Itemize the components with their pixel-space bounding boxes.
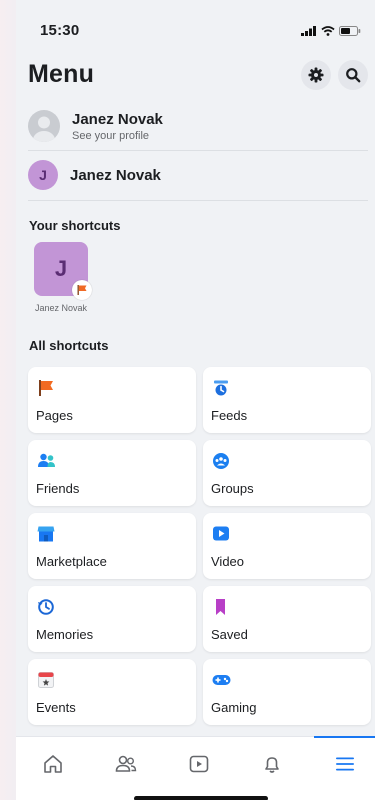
- shortcut-card-friends[interactable]: Friends: [28, 440, 196, 506]
- settings-button[interactable]: [301, 60, 331, 90]
- your-shortcuts-label: Your shortcuts: [29, 218, 121, 233]
- card-label: Feeds: [211, 408, 248, 423]
- gamepad-icon: [212, 675, 231, 685]
- card-label: Gaming: [211, 700, 257, 715]
- card-label: Memories: [36, 627, 94, 642]
- page-name: Janez Novak: [70, 166, 161, 184]
- card-label: Video: [211, 554, 245, 569]
- wifi-icon: [321, 26, 335, 36]
- friends-tab-icon: [115, 755, 137, 772]
- tab-home[interactable]: [36, 751, 70, 777]
- groups-icon: [213, 453, 229, 469]
- profile-row[interactable]: Janez Novak See your profile: [28, 106, 364, 146]
- home-indicator: [134, 796, 268, 800]
- feeds-icon: [214, 380, 228, 396]
- profile-subtitle: See your profile: [72, 129, 150, 142]
- active-tab-indicator: [314, 736, 375, 738]
- divider: [28, 150, 368, 151]
- shortcuts-grid: Pages Feeds Friends Groups Marketplace V…: [28, 367, 371, 725]
- battery-icon: [339, 26, 361, 36]
- video-icon: [213, 526, 229, 541]
- flag-icon: [77, 285, 87, 295]
- shortcut-card-video[interactable]: Video: [203, 513, 371, 579]
- shortcut-card-pages[interactable]: Pages: [28, 367, 196, 433]
- shortcut-tile: J: [34, 242, 92, 300]
- flag-icon: [39, 380, 53, 396]
- search-button[interactable]: [338, 60, 368, 90]
- shortcut-card-saved[interactable]: Saved: [203, 586, 371, 652]
- profile-text: Janez Novak See your profile: [72, 111, 163, 142]
- card-label: Marketplace: [36, 554, 107, 569]
- bell-icon: [265, 757, 279, 773]
- tab-notifications[interactable]: [255, 751, 289, 777]
- shortcut-card-marketplace[interactable]: Marketplace: [28, 513, 196, 579]
- page-title: Menu: [28, 60, 95, 88]
- page-badge: [72, 280, 92, 300]
- all-shortcuts-label: All shortcuts: [29, 338, 109, 353]
- tab-video[interactable]: [182, 751, 216, 777]
- page-avatar: J: [28, 160, 58, 190]
- shortcut-card-events[interactable]: Events: [28, 659, 196, 725]
- clock-icon: [38, 599, 54, 615]
- shortcut-label: Janez Novak: [34, 303, 88, 313]
- app-screen: 15:30 Menu Janez Novak See your profile …: [16, 0, 375, 800]
- shortcut-card-groups[interactable]: Groups: [203, 440, 371, 506]
- gear-icon: [308, 67, 324, 83]
- status-time: 15:30: [40, 22, 80, 39]
- home-icon: [44, 755, 62, 773]
- default-avatar-icon: [33, 116, 55, 142]
- tab-menu[interactable]: [328, 751, 362, 777]
- profile-avatar: [28, 110, 60, 142]
- shortcut-janez-novak[interactable]: J Janez Novak: [34, 242, 92, 314]
- status-icons: [301, 26, 361, 36]
- tab-friends[interactable]: [109, 751, 143, 777]
- menu-icon: [336, 757, 354, 771]
- video-tab-icon: [189, 755, 209, 773]
- divider: [28, 200, 368, 201]
- status-bar: 15:30: [16, 0, 375, 52]
- page-profile-row[interactable]: J Janez Novak: [28, 158, 364, 192]
- shortcut-card-memories[interactable]: Memories: [28, 586, 196, 652]
- profile-name: Janez Novak: [72, 110, 163, 128]
- menu-header: Menu: [16, 56, 375, 96]
- shortcut-card-gaming[interactable]: Gaming: [203, 659, 371, 725]
- card-label: Friends: [36, 481, 80, 496]
- search-icon: [346, 68, 361, 83]
- signal-icon: [301, 26, 316, 36]
- card-label: Groups: [211, 481, 254, 496]
- card-label: Pages: [36, 408, 73, 423]
- card-label: Saved: [211, 627, 248, 642]
- card-label: Events: [36, 700, 76, 715]
- friends-icon: [38, 453, 55, 467]
- shortcut-card-feeds[interactable]: Feeds: [203, 367, 371, 433]
- bottom-tab-bar: [16, 736, 375, 800]
- store-icon: [37, 526, 55, 542]
- calendar-icon: [38, 672, 54, 688]
- shortcut-initial: J: [54, 256, 68, 281]
- bookmark-icon: [216, 599, 225, 615]
